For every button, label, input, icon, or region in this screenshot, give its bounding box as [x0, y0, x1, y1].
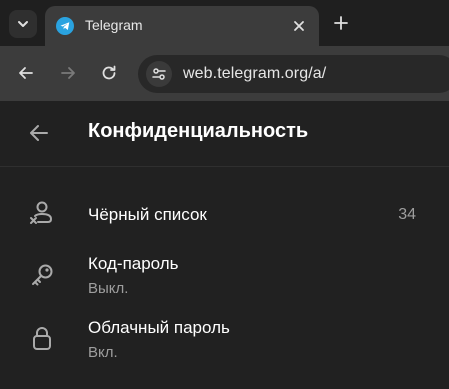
telegram-favicon-icon	[56, 17, 74, 35]
settings-item-label: Код-пароль	[88, 254, 179, 273]
site-info-button[interactable]	[146, 61, 172, 87]
blocked-count: 34	[398, 206, 416, 223]
address-bar[interactable]: web.telegram.org/a/	[138, 55, 449, 93]
tab-title: Telegram	[85, 17, 143, 33]
telegram-privacy-panel: Конфиденциальность Чёрный список 34 Код-…	[0, 101, 449, 389]
forward-button[interactable]	[55, 60, 81, 86]
arrow-right-icon	[61, 67, 75, 79]
new-tab-button[interactable]	[328, 10, 354, 36]
panel-back-button[interactable]	[24, 118, 54, 148]
chevron-down-icon	[18, 21, 28, 27]
url-text: web.telegram.org/a/	[183, 65, 327, 82]
arrow-left-icon	[30, 125, 48, 141]
settings-item-status: Вкл.	[88, 344, 118, 361]
browser-tabstrip: Telegram	[0, 0, 449, 46]
lock-icon	[27, 323, 57, 353]
tab-close-button[interactable]	[289, 16, 309, 36]
reload-icon	[102, 65, 116, 80]
close-icon	[294, 21, 304, 31]
settings-item-status: Выкл.	[88, 280, 129, 297]
browser-tab-telegram[interactable]: Telegram	[45, 6, 319, 46]
tab-search-button[interactable]	[9, 10, 37, 38]
panel-header: Конфиденциальность	[0, 101, 449, 167]
key-icon	[27, 260, 57, 290]
blocked-user-icon	[27, 198, 57, 228]
settings-item-cloud-password[interactable]: Облачный пароль Вкл.	[0, 308, 449, 368]
back-button[interactable]	[13, 60, 39, 86]
settings-item-label: Облачный пароль	[88, 318, 230, 337]
reload-button[interactable]	[96, 60, 122, 86]
settings-item-label: Чёрный список	[88, 205, 207, 224]
settings-item-passcode[interactable]: Код-пароль Выкл.	[0, 244, 449, 304]
tune-icon	[152, 68, 166, 80]
plus-icon	[334, 16, 348, 30]
browser-toolbar: web.telegram.org/a/	[0, 46, 449, 101]
arrow-left-icon	[19, 67, 33, 79]
page-title: Конфиденциальность	[88, 120, 309, 142]
settings-item-blocked-users[interactable]: Чёрный список 34	[0, 184, 449, 244]
